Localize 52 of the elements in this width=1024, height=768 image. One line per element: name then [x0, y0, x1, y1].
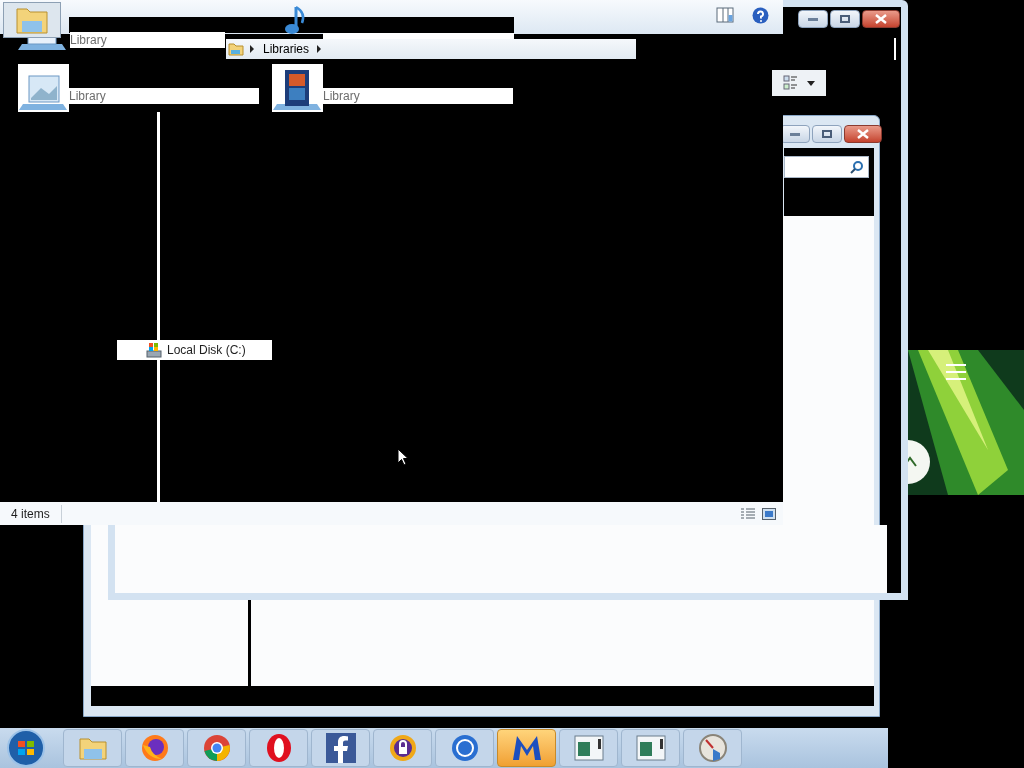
maximize-button[interactable]	[830, 10, 860, 28]
drive-icon	[146, 342, 162, 358]
taskbar-button[interactable]	[311, 729, 370, 767]
library-label[interactable]: Library	[323, 88, 513, 104]
window-icon	[573, 735, 604, 761]
drive-item[interactable]: Local Disk (C:)	[117, 340, 272, 360]
thumbnail-view-icon[interactable]	[762, 507, 776, 520]
window-icon	[635, 735, 666, 761]
library-folder-icon	[228, 42, 244, 56]
taskbar-button[interactable]	[125, 729, 184, 767]
lock-shield-icon	[387, 733, 418, 763]
help-icon[interactable]	[752, 7, 769, 24]
facebook-icon	[325, 733, 356, 763]
details-view-icon	[783, 75, 799, 91]
library-label[interactable]: Library	[69, 88, 259, 104]
maximize-icon	[822, 130, 832, 138]
caret-icon	[807, 80, 815, 86]
search-field[interactable]	[784, 156, 869, 178]
film-library-icon	[272, 68, 323, 112]
taskbar-button[interactable]	[249, 729, 308, 767]
firefox-icon	[139, 733, 170, 763]
chevron-right-icon	[249, 45, 255, 53]
minimize-icon	[808, 17, 818, 21]
taskbar-button[interactable]	[373, 729, 432, 767]
maximize-button[interactable]	[812, 125, 842, 143]
folder-icon	[77, 735, 108, 761]
chrome-icon	[201, 733, 232, 763]
maximize-icon	[840, 15, 850, 23]
taskbar-button[interactable]	[559, 729, 618, 767]
taskbar-button[interactable]	[497, 729, 556, 767]
view-menu-button[interactable]	[772, 70, 826, 96]
browser-icon	[449, 733, 480, 763]
close-icon	[875, 14, 887, 24]
minimize-button[interactable]	[798, 10, 828, 28]
folder-icon	[15, 5, 49, 35]
taskbar-button[interactable]	[435, 729, 494, 767]
close-button[interactable]	[844, 125, 882, 143]
taskbar-button[interactable]	[621, 729, 680, 767]
library-label[interactable]: Library	[70, 32, 225, 48]
m-logo-icon	[510, 734, 543, 762]
chevron-right-icon	[316, 45, 323, 53]
search-icon	[850, 160, 864, 174]
preview-pane-icon	[716, 7, 734, 23]
minimize-icon	[790, 132, 800, 136]
breadcrumb-item[interactable]: Libraries	[263, 40, 310, 58]
mouse-pointer-icon	[397, 448, 409, 466]
start-orb-icon[interactable]	[6, 728, 46, 768]
folder-thumbnail[interactable]	[3, 2, 61, 38]
close-button[interactable]	[862, 10, 900, 28]
close-icon	[857, 129, 869, 139]
gauge-icon	[697, 733, 728, 763]
item-count: 4 items	[0, 504, 62, 523]
